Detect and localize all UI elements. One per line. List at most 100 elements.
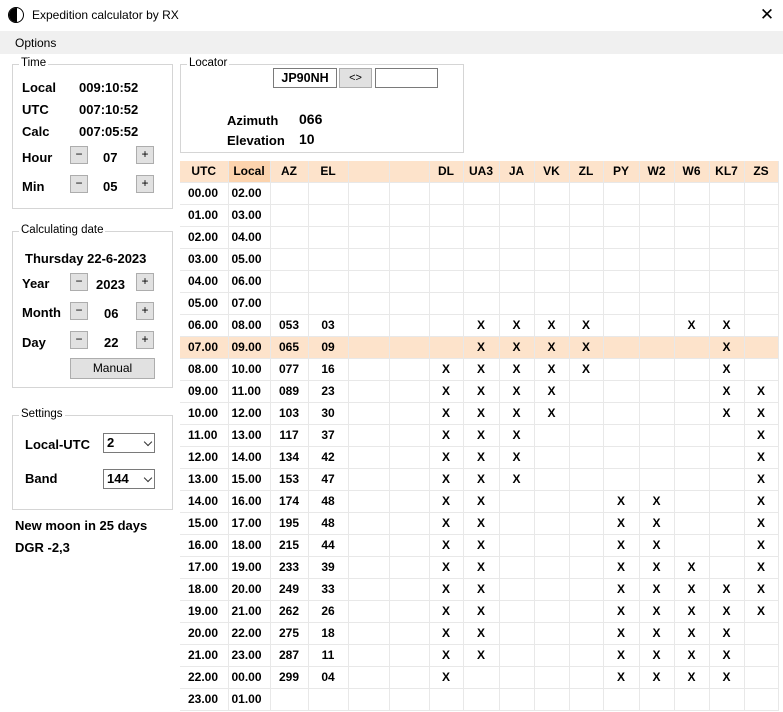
close-button[interactable]: ✕ <box>755 4 779 26</box>
table-cell: 11.00 <box>180 424 229 447</box>
table-row[interactable]: 02.00 04.00 <box>180 226 779 249</box>
table-cell <box>603 226 640 249</box>
table-cell: X <box>709 600 745 623</box>
table-cell <box>463 666 500 689</box>
table-cell: X <box>603 556 640 579</box>
table-cell <box>569 402 604 425</box>
table-cell: KL7 <box>709 161 745 183</box>
table-cell <box>534 666 570 689</box>
table-cell <box>348 380 390 403</box>
table-cell <box>674 380 710 403</box>
table-cell: X <box>744 578 779 601</box>
local-utc-select-value: 2 <box>107 435 115 450</box>
table-cell: 12.00 <box>180 446 229 469</box>
table-cell: 275 <box>270 622 309 645</box>
table-row[interactable]: 07.00 09.00 065 09 X X X X X <box>180 336 779 359</box>
table-cell <box>639 292 675 315</box>
table-cell: 00.00 <box>180 182 229 205</box>
table-row[interactable]: 14.00 16.00 174 48 X X X X X <box>180 490 779 513</box>
table-row[interactable]: 03.00 05.00 <box>180 248 779 271</box>
locator-input[interactable]: JP90NH <box>273 68 337 88</box>
table-cell: X <box>674 578 710 601</box>
table-cell <box>308 270 349 293</box>
table-row[interactable]: 06.00 08.00 053 03 X X X X X X <box>180 314 779 337</box>
table-cell: 47 <box>308 468 349 491</box>
month-value: 06 <box>104 306 119 321</box>
table-cell: X <box>674 666 710 689</box>
table-cell <box>534 270 570 293</box>
table-cell: X <box>429 380 464 403</box>
table-cell: X <box>499 336 535 359</box>
table-cell <box>389 446 430 469</box>
table-row[interactable]: 00.00 02.00 <box>180 182 779 205</box>
table-cell <box>744 270 779 293</box>
table-cell: X <box>463 490 500 513</box>
table-row[interactable]: 05.00 07.00 <box>180 292 779 315</box>
table-row[interactable]: 23.00 01.00 <box>180 688 779 711</box>
table-cell <box>709 270 745 293</box>
table-cell <box>744 226 779 249</box>
table-row[interactable]: 08.00 10.00 077 16 X X X X X X <box>180 358 779 381</box>
day-increment-button[interactable]: + <box>136 331 154 349</box>
year-decrement-button[interactable]: − <box>70 273 88 291</box>
day-decrement-button[interactable]: − <box>70 331 88 349</box>
table-row[interactable]: 16.00 18.00 215 44 X X X X X <box>180 534 779 557</box>
table-header-row[interactable]: UTC Local AZ EL DL UA3 JA VK ZL PY W2 W6 KL7 ZS <box>180 161 779 183</box>
table-cell <box>534 622 570 645</box>
calc-time-label: Calc <box>22 124 50 139</box>
band-select[interactable]: 144 <box>103 469 155 489</box>
table-cell: X <box>674 314 710 337</box>
swap-locator-button[interactable]: <> <box>339 68 372 88</box>
table-cell: 089 <box>270 380 309 403</box>
half-moon-icon <box>8 7 24 23</box>
table-cell <box>348 182 390 205</box>
table-cell <box>429 314 464 337</box>
table-row[interactable]: 13.00 15.00 153 47 X X X X <box>180 468 779 491</box>
table-cell <box>603 182 640 205</box>
table-cell: VK <box>534 161 570 183</box>
menu-options[interactable]: Options <box>15 36 56 50</box>
table-row[interactable]: 20.00 22.00 275 18 X X X X X X <box>180 622 779 645</box>
table-cell: PY <box>603 161 640 183</box>
hour-label: Hour <box>22 150 53 165</box>
table-row[interactable]: 17.00 19.00 233 39 X X X X X X <box>180 556 779 579</box>
hour-increment-button[interactable]: + <box>136 146 154 164</box>
month-increment-button[interactable]: + <box>136 302 154 320</box>
table-cell: X <box>499 468 535 491</box>
table-cell: 287 <box>270 644 309 667</box>
table-row[interactable]: 15.00 17.00 195 48 X X X X X <box>180 512 779 535</box>
table-cell: X <box>639 556 675 579</box>
min-decrement-button[interactable]: − <box>70 175 88 193</box>
table-row[interactable]: 18.00 20.00 249 33 X X X X X X X <box>180 578 779 601</box>
table-row[interactable]: 22.00 00.00 299 04 X X X X X <box>180 666 779 689</box>
table-cell: 26 <box>308 600 349 623</box>
table-cell: X <box>709 644 745 667</box>
hour-decrement-button[interactable]: − <box>70 146 88 164</box>
table-row[interactable]: 12.00 14.00 134 42 X X X X <box>180 446 779 469</box>
table-row[interactable]: 19.00 21.00 262 26 X X X X X X X <box>180 600 779 623</box>
table-row[interactable]: 04.00 06.00 <box>180 270 779 293</box>
second-locator-input[interactable] <box>375 68 438 88</box>
table-row[interactable]: 01.00 03.00 <box>180 204 779 227</box>
table-cell: X <box>429 512 464 535</box>
table-cell: 11.00 <box>228 380 271 403</box>
table-cell: X <box>744 446 779 469</box>
table-cell <box>534 490 570 513</box>
manual-button[interactable]: Manual <box>70 358 155 379</box>
year-increment-button[interactable]: + <box>136 273 154 291</box>
min-increment-button[interactable]: + <box>136 175 154 193</box>
table-cell <box>463 204 500 227</box>
table-cell <box>674 182 710 205</box>
month-decrement-button[interactable]: − <box>70 302 88 320</box>
table-row[interactable]: 21.00 23.00 287 11 X X X X X X <box>180 644 779 667</box>
table-cell: X <box>744 600 779 623</box>
table-row[interactable]: 10.00 12.00 103 30 X X X X X X <box>180 402 779 425</box>
table-cell: X <box>744 490 779 513</box>
table-cell: X <box>639 666 675 689</box>
table-cell: 053 <box>270 314 309 337</box>
table-cell: X <box>603 578 640 601</box>
table-row[interactable]: 11.00 13.00 117 37 X X X X <box>180 424 779 447</box>
table-cell <box>499 600 535 623</box>
local-utc-select[interactable]: 2 <box>103 433 155 453</box>
table-row[interactable]: 09.00 11.00 089 23 X X X X X X <box>180 380 779 403</box>
